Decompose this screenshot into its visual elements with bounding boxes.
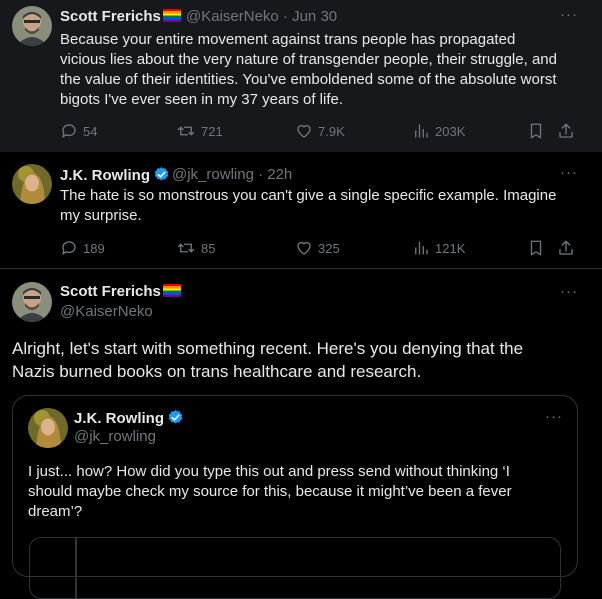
views-icon (415, 241, 428, 255)
heart-icon (297, 124, 311, 138)
like-button[interactable]: 325 (295, 239, 340, 257)
reply-icon (62, 241, 76, 255)
bookmark-icon (530, 123, 542, 139)
avatar[interactable] (12, 282, 52, 322)
avatar[interactable] (12, 164, 52, 204)
author-name[interactable]: Scott Frerichs (60, 8, 181, 25)
nested-quote-divider (75, 538, 77, 598)
verified-badge-icon (168, 410, 183, 424)
author-handle-time[interactable]: @jk_rowling · 22h (172, 166, 292, 183)
share-icon (559, 240, 573, 255)
repost-icon (177, 126, 195, 136)
reply-button[interactable]: 189 (60, 239, 105, 257)
repost-icon (177, 243, 195, 253)
share-button[interactable] (557, 238, 575, 263)
tweet-text: The hate is so monstrous you can't give … (60, 187, 557, 224)
divider (0, 268, 602, 269)
tweet-scott-parent[interactable]: Scott Frerichs @KaiserNeko · Jun 30 ··· … (0, 0, 602, 152)
tweet-text: Alright, let's start with something rece… (12, 339, 524, 381)
share-button[interactable] (557, 121, 575, 146)
tweet-text: Because your entire movement against tra… (60, 31, 557, 108)
bookmark-icon (530, 240, 542, 256)
like-button[interactable]: 7.9K (295, 122, 345, 140)
author-handle[interactable]: @jk_rowling (74, 428, 156, 445)
author-handle-time[interactable]: @KaiserNeko · Jun 30 (186, 8, 337, 25)
bookmark-button[interactable] (527, 238, 545, 263)
verified-badge-icon (154, 167, 169, 181)
rainbow-flag-icon (162, 9, 181, 22)
avatar[interactable] (12, 6, 52, 46)
reply-icon (62, 124, 76, 138)
more-dots-icon[interactable]: ··· (560, 6, 578, 23)
views-button[interactable]: 203K (412, 122, 465, 140)
nested-quote-card[interactable] (29, 537, 561, 599)
repost-button[interactable]: 85 (176, 239, 215, 257)
rainbow-flag-icon (162, 284, 181, 297)
bookmark-button[interactable] (527, 121, 545, 146)
heart-icon (297, 241, 311, 255)
more-dots-icon[interactable]: ··· (560, 283, 578, 300)
more-dots-icon[interactable]: ··· (545, 408, 563, 425)
author-name[interactable]: Scott Frerichs (60, 283, 181, 300)
author-name[interactable]: J.K. Rowling (74, 409, 184, 427)
views-icon (415, 124, 428, 138)
share-icon (559, 123, 573, 138)
quoted-tweet-card[interactable]: J.K. Rowling @jk_rowling ··· I just... h… (12, 395, 578, 599)
reply-button[interactable]: 54 (60, 122, 97, 140)
avatar[interactable] (28, 408, 68, 448)
views-button[interactable]: 121K (412, 239, 465, 257)
repost-button[interactable]: 721 (176, 122, 223, 140)
quoted-tweet-text: I just... how? How did you type this out… (28, 463, 512, 520)
more-dots-icon[interactable]: ··· (560, 164, 578, 181)
author-name[interactable]: J.K. Rowling (60, 166, 170, 184)
author-handle[interactable]: @KaiserNeko (60, 303, 153, 320)
